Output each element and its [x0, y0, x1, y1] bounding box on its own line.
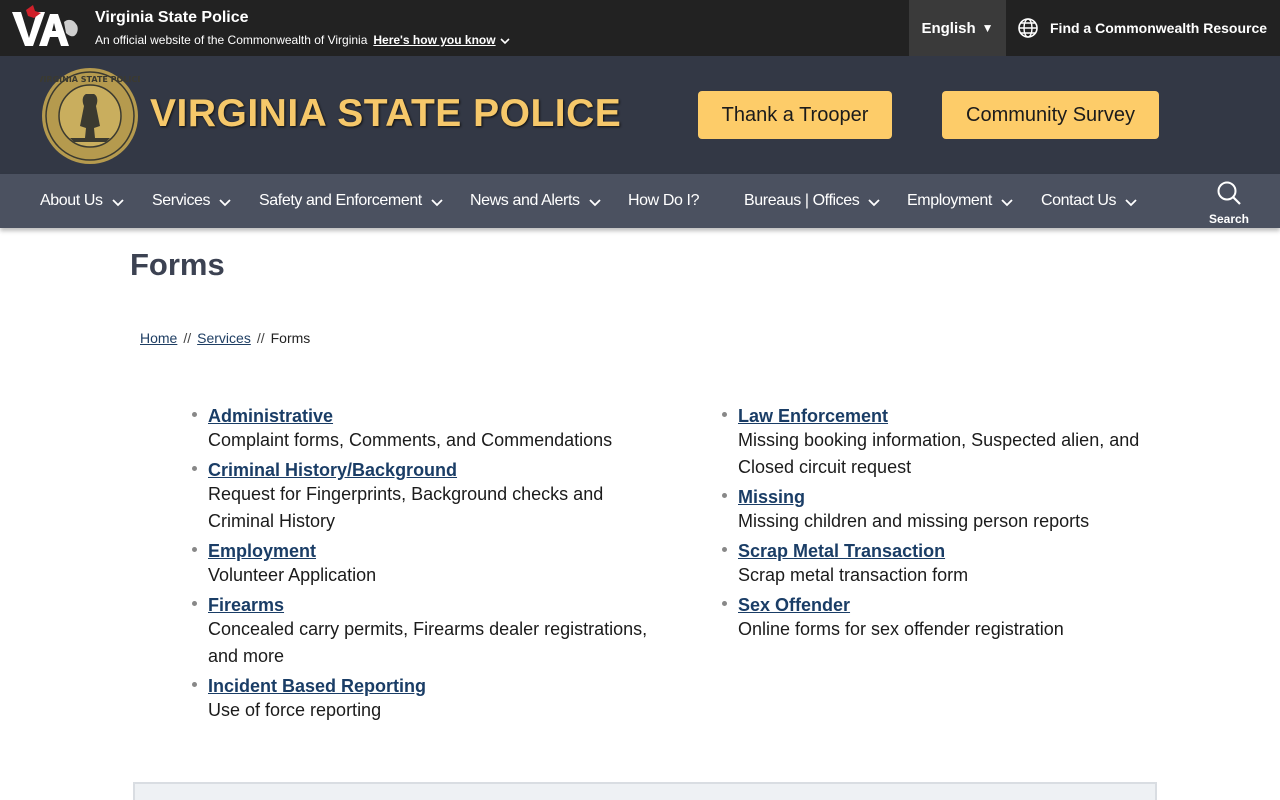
site-name: Virginia State Police — [95, 9, 249, 26]
official-banner: Virginia State Police An official websit… — [0, 0, 1280, 56]
list-item: Missing Missing children and missing per… — [720, 486, 1180, 535]
official-notice: An official website of the Commonwealth … — [95, 33, 511, 47]
caret-down-icon: ▼ — [981, 21, 994, 35]
bullet-icon — [192, 601, 197, 606]
form-description: Online forms for sex offender registrati… — [738, 619, 1064, 639]
breadcrumb-separator: // — [183, 330, 192, 346]
breadcrumb: Home // Services // Forms — [140, 330, 310, 346]
chevron-down-icon — [868, 198, 880, 206]
chevron-down-icon — [111, 198, 124, 206]
form-link-employment[interactable]: Employment — [208, 540, 650, 562]
breadcrumb-current: Forms — [270, 330, 311, 346]
form-description: Scrap metal transaction form — [738, 565, 969, 585]
chevron-down-icon[interactable] — [499, 36, 511, 46]
how-you-know-link[interactable]: Here's how you know — [373, 33, 495, 47]
form-link-firearms[interactable]: Firearms — [208, 594, 650, 616]
chevron-down-icon — [1125, 198, 1137, 206]
nav-item-how-do-i[interactable]: How Do I? — [628, 174, 700, 228]
commonwealth-resource-link[interactable]: Find a Commonwealth Resource — [1016, 0, 1267, 56]
nav-label: How Do I? — [628, 192, 700, 209]
language-selector[interactable]: English ▼ — [909, 0, 1006, 56]
official-text: An official website of the Commonwealth … — [95, 33, 368, 47]
chevron-down-icon — [431, 198, 443, 206]
list-item: Employment Volunteer Application — [190, 540, 650, 589]
community-survey-button[interactable]: Community Survey — [942, 91, 1159, 139]
bullet-icon — [192, 682, 197, 687]
virginia-logo-icon[interactable] — [8, 4, 82, 50]
nav-item-employment[interactable]: Employment — [907, 174, 1013, 228]
bullet-icon — [722, 493, 727, 498]
resource-label: Find a Commonwealth Resource — [1050, 20, 1268, 36]
bullet-icon — [192, 547, 197, 552]
nav-item-news-alerts[interactable]: News and Alerts — [470, 174, 601, 228]
info-panel — [133, 782, 1157, 800]
form-description: Request for Fingerprints, Background che… — [208, 484, 604, 531]
forms-list-left: Administrative Complaint forms, Comments… — [190, 405, 650, 729]
form-link-administrative[interactable]: Administrative — [208, 405, 650, 427]
nav-label: Bureaus | Offices — [744, 192, 860, 209]
breadcrumb-separator: // — [256, 330, 265, 346]
form-link-scrap-metal[interactable]: Scrap Metal Transaction — [738, 540, 1180, 562]
nav-label: About Us — [40, 192, 103, 209]
bullet-icon — [722, 601, 727, 606]
form-link-sex-offender[interactable]: Sex Offender — [738, 594, 1180, 616]
globe-icon — [1018, 18, 1038, 38]
form-description: Use of force reporting — [208, 700, 382, 720]
form-description: Volunteer Application — [208, 565, 377, 585]
form-description: Complaint forms, Comments, and Commendat… — [208, 430, 613, 450]
nav-item-bureaus-offices[interactable]: Bureaus | Offices — [744, 174, 880, 228]
list-item: Firearms Concealed carry permits, Firear… — [190, 594, 650, 670]
forms-list-right: Law Enforcement Missing booking informat… — [720, 405, 1180, 648]
form-description: Concealed carry permits, Firearms dealer… — [208, 619, 648, 666]
nav-item-contact-us[interactable]: Contact Us — [1041, 174, 1137, 228]
nav-label: Employment — [907, 192, 992, 209]
list-item: Criminal History/Background Request for … — [190, 459, 650, 535]
form-description: Missing children and missing person repo… — [738, 511, 1090, 531]
main-nav: About Us Services Safety and Enforcement… — [0, 174, 1280, 228]
form-description: Missing booking information, Suspected a… — [738, 430, 1140, 477]
search-label: Search — [1208, 212, 1250, 226]
agency-title[interactable]: VIRGINIA STATE POLICE — [150, 92, 621, 136]
list-item: Incident Based Reporting Use of force re… — [190, 675, 650, 724]
svg-text:VIRGINIA STATE POLICE: VIRGINIA STATE POLICE — [40, 75, 140, 84]
bullet-icon — [192, 466, 197, 471]
chevron-down-icon — [219, 198, 231, 206]
list-item: Scrap Metal Transaction Scrap metal tran… — [720, 540, 1180, 589]
thank-a-trooper-button[interactable]: Thank a Trooper — [698, 91, 892, 139]
chevron-down-icon — [588, 198, 601, 206]
search-icon — [1217, 181, 1241, 205]
breadcrumb-services-link[interactable]: Services — [197, 330, 251, 346]
form-link-incident-based-reporting[interactable]: Incident Based Reporting — [208, 675, 650, 697]
bullet-icon — [722, 412, 727, 417]
list-item: Administrative Complaint forms, Comments… — [190, 405, 650, 454]
nav-item-safety-enforcement[interactable]: Safety and Enforcement — [259, 174, 443, 228]
list-item: Law Enforcement Missing booking informat… — [720, 405, 1180, 481]
nav-item-services[interactable]: Services — [152, 174, 231, 228]
state-police-seal-icon[interactable]: VIRGINIA STATE POLICE — [40, 66, 140, 166]
nav-item-about-us[interactable]: About Us — [40, 174, 124, 228]
form-link-law-enforcement[interactable]: Law Enforcement — [738, 405, 1180, 427]
page-title: Forms — [130, 247, 225, 282]
bullet-icon — [722, 547, 727, 552]
list-item: Sex Offender Online forms for sex offend… — [720, 594, 1180, 643]
form-link-criminal-history[interactable]: Criminal History/Background — [208, 459, 650, 481]
nav-label: Safety and Enforcement — [259, 192, 422, 209]
nav-label: Contact Us — [1041, 192, 1117, 209]
search-button[interactable]: Search — [1202, 178, 1256, 226]
bullet-icon — [192, 412, 197, 417]
nav-label: Services — [152, 192, 211, 209]
language-label: English — [921, 19, 976, 37]
form-link-missing[interactable]: Missing — [738, 486, 1180, 508]
chevron-down-icon — [1001, 198, 1013, 206]
nav-label: News and Alerts — [470, 192, 580, 209]
breadcrumb-home-link[interactable]: Home — [140, 330, 177, 346]
